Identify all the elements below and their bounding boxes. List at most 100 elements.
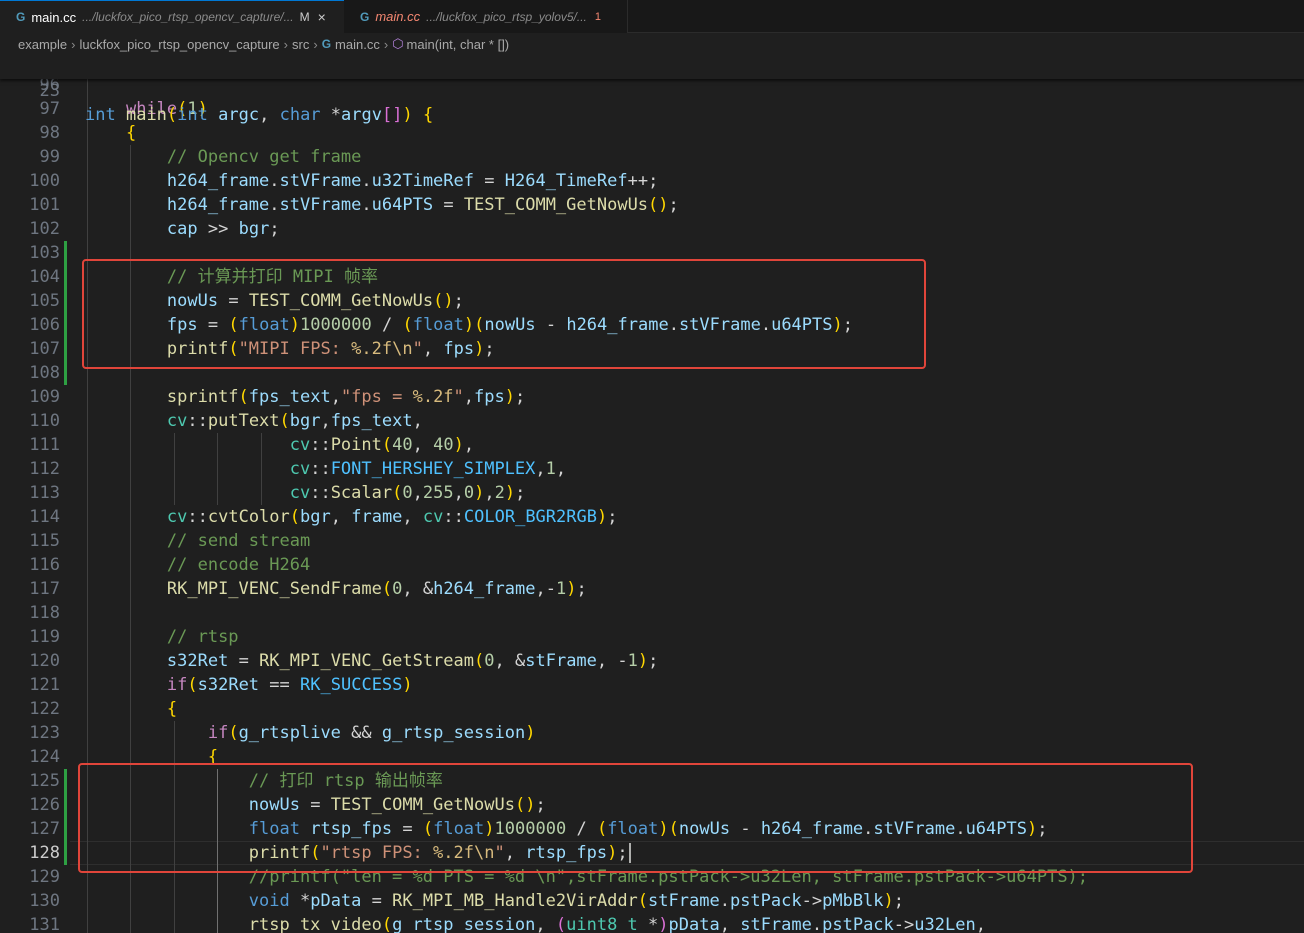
line-number: 107	[29, 339, 60, 359]
sticky-code: int main(int argc, char *argv[]) {	[85, 105, 434, 125]
indent-guide	[173, 433, 175, 505]
annotation-box	[82, 259, 926, 369]
code-text: s32Ret = RK_MPI_VENC_GetStream(0, &stFra…	[166, 651, 659, 671]
code-text: cv::Point(40, 40),	[289, 435, 475, 455]
line-number: 122	[29, 699, 60, 719]
c-file-icon: G	[360, 9, 370, 24]
line-number: 101	[29, 195, 60, 215]
line-number: 131	[29, 915, 60, 933]
breadcrumb-symbol[interactable]: main(int, char * [])	[407, 37, 510, 52]
git-added-marker[interactable]	[64, 769, 67, 865]
line-number: 103	[29, 243, 60, 263]
line-number: 126	[29, 795, 60, 815]
tab-filename: main.cc	[31, 9, 77, 25]
code-text: // encode H264	[166, 555, 311, 575]
line-number: 118	[29, 603, 60, 623]
line-number: 121	[29, 675, 60, 695]
line-number: 116	[29, 555, 60, 575]
code-line[interactable]: 114 cv::cvtColor(bgr, frame, cv::COLOR_B…	[0, 505, 1304, 529]
code-line[interactable]: 112 cv::FONT_HERSHEY_SIMPLEX,1,	[0, 457, 1304, 481]
code-line[interactable]: 102 cap >> bgr;	[0, 217, 1304, 241]
breadcrumb-file[interactable]: main.cc	[335, 37, 380, 52]
code-text: cv::cvtColor(bgr, frame, cv::COLOR_BGR2R…	[166, 507, 618, 527]
code-text: cv::putText(bgr,fps_text,	[166, 411, 423, 431]
line-number: 114	[29, 507, 60, 527]
annotation-box	[78, 763, 1193, 873]
tab-main-cc-opencv-capture[interactable]: G main.cc .../luckfox_pico_rtsp_opencv_c…	[0, 0, 344, 33]
line-number: 123	[29, 723, 60, 743]
breadcrumb-src[interactable]: src	[292, 37, 309, 52]
code-line[interactable]: 120 s32Ret = RK_MPI_VENC_GetStream(0, &s…	[0, 649, 1304, 673]
code-text: cv::FONT_HERSHEY_SIMPLEX,1,	[289, 459, 567, 479]
line-number: 124	[29, 747, 60, 767]
modified-badge: M	[299, 10, 310, 24]
tab-bar: G main.cc .../luckfox_pico_rtsp_opencv_c…	[0, 0, 1304, 33]
code-text: if(g_rtsplive && g_rtsp_session)	[207, 723, 536, 743]
code-line[interactable]: 109 sprintf(fps_text,"fps = %.2f",fps);	[0, 385, 1304, 409]
code-text: rtsp_tx_video(g_rtsp_session, (uint8_t *…	[248, 915, 986, 933]
close-icon[interactable]: ×	[318, 9, 326, 25]
tab-path: .../luckfox_pico_rtsp_yolov5/...	[426, 9, 587, 24]
line-number: 120	[29, 651, 60, 671]
line-number: 115	[29, 531, 60, 551]
code-line[interactable]: 100 h264_frame.stVFrame.u32TimeRef = H26…	[0, 169, 1304, 193]
code-line[interactable]: 99 // Opencv get frame	[0, 145, 1304, 169]
code-line[interactable]: 118	[0, 601, 1304, 625]
code-line[interactable]: 131 rtsp_tx_video(g_rtsp_session, (uint8…	[0, 913, 1304, 933]
breadcrumb-example[interactable]: example	[18, 37, 67, 52]
line-number: 23	[39, 81, 60, 101]
breadcrumb-project[interactable]: luckfox_pico_rtsp_opencv_capture	[79, 37, 279, 52]
tab-main-cc-yolov5[interactable]: G main.cc .../luckfox_pico_rtsp_yolov5/.…	[344, 0, 628, 33]
line-number: 113	[29, 483, 60, 503]
line-number: 100	[29, 171, 60, 191]
code-text: if(s32Ret == RK_SUCCESS)	[166, 675, 413, 695]
code-line[interactable]: 117 RK_MPI_VENC_SendFrame(0, &h264_frame…	[0, 577, 1304, 601]
code-line[interactable]: 116 // encode H264	[0, 553, 1304, 577]
line-number: 125	[29, 771, 60, 791]
code-text: void *pData = RK_MPI_MB_Handle2VirAddr(s…	[248, 891, 905, 911]
chevron-right-icon: ›	[313, 36, 318, 52]
line-number: 119	[29, 627, 60, 647]
code-line[interactable]: 130 void *pData = RK_MPI_MB_Handle2VirAd…	[0, 889, 1304, 913]
chevron-right-icon: ›	[383, 36, 389, 52]
code-text: // send stream	[166, 531, 311, 551]
code-line[interactable]: 101 h264_frame.stVFrame.u64PTS = TEST_CO…	[0, 193, 1304, 217]
tab-path: .../luckfox_pico_rtsp_opencv_capture/...	[82, 10, 294, 24]
code-text: cap >> bgr;	[166, 219, 280, 239]
code-line[interactable]: 110 cv::putText(bgr,fps_text,	[0, 409, 1304, 433]
indent-guide	[260, 433, 262, 505]
code-text: // Opencv get frame	[166, 147, 362, 167]
line-number: 104	[29, 267, 60, 287]
code-text: h264_frame.stVFrame.u32TimeRef = H264_Ti…	[166, 171, 659, 191]
line-number: 129	[29, 867, 60, 887]
code-text: // rtsp	[166, 627, 239, 647]
c-file-icon: G	[16, 10, 26, 24]
code-line[interactable]: 111 cv::Point(40, 40),	[0, 433, 1304, 457]
git-added-marker[interactable]	[64, 241, 67, 385]
line-number: 102	[29, 219, 60, 239]
breadcrumb: example › luckfox_pico_rtsp_opencv_captu…	[0, 33, 1304, 55]
code-text: sprintf(fps_text,"fps = %.2f",fps);	[166, 387, 526, 407]
line-number: 127	[29, 819, 60, 839]
method-cube-icon: ⬡	[392, 36, 404, 51]
code-line[interactable]: 113 cv::Scalar(0,255,0),2);	[0, 481, 1304, 505]
code-line[interactable]: 121 if(s32Ret == RK_SUCCESS)	[0, 673, 1304, 697]
problem-count-badge: 1	[594, 10, 602, 23]
code-line[interactable]: 119 // rtsp	[0, 625, 1304, 649]
code-line[interactable]: 123 if(g_rtsplive && g_rtsp_session)	[0, 721, 1304, 745]
line-number: 108	[29, 363, 60, 383]
code-line[interactable]: 115 // send stream	[0, 529, 1304, 553]
line-number: 130	[29, 891, 60, 911]
line-number: 128	[29, 843, 60, 863]
line-number: 105	[29, 291, 60, 311]
code-line[interactable]: 122 {	[0, 697, 1304, 721]
sticky-scroll-line[interactable]: 23 int main(int argc, char *argv[]) {	[0, 55, 1304, 125]
line-number: 112	[29, 459, 60, 479]
chevron-right-icon: ›	[71, 36, 76, 52]
code-editor[interactable]: 23 int main(int argc, char *argv[]) { 96…	[0, 55, 1304, 933]
chevron-right-icon: ›	[283, 36, 289, 52]
indent-guide	[217, 433, 219, 505]
line-number: 109	[29, 387, 60, 407]
line-number: 106	[29, 315, 60, 335]
tab-filename: main.cc	[375, 9, 421, 24]
